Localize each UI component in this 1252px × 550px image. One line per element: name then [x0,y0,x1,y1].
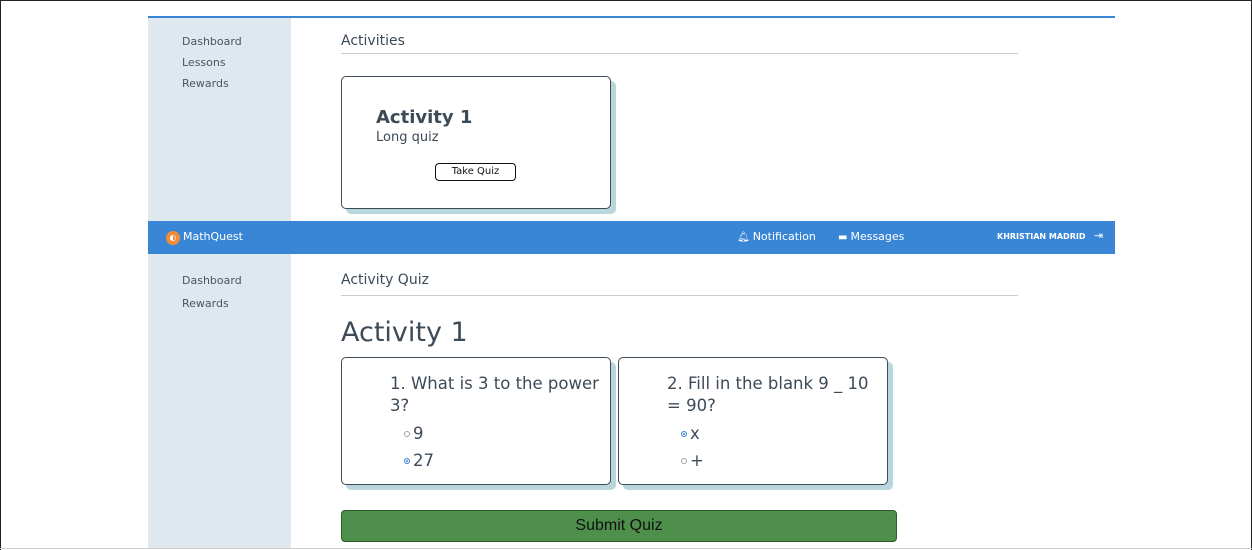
question-text: 2. Fill in the blank 9 _ 10 = 90? [667,374,869,415]
screenshot-page: Dashboard Lessons Rewards Activities Act… [0,0,1252,550]
mathquest-logo-icon[interactable]: ◐ [166,231,180,245]
submit-quiz-button[interactable]: Submit Quiz [341,510,897,542]
radio-button-selected[interactable] [681,430,687,437]
quiz-heading: Activity 1 [341,317,468,348]
activity-card-subtitle: Long quiz [376,130,439,145]
activity-card-title: Activity 1 [376,107,473,128]
sidebar-item-dashboard[interactable]: Dashboard [182,35,242,48]
question-text: 1. What is 3 to the power 3? [390,374,599,415]
sidebar-item-rewards[interactable]: Rewards [182,297,229,310]
bell-icon: 🔔︎ [737,232,750,243]
sidebar-item-dashboard[interactable]: Dashboard [182,274,242,287]
question-card-2: 2. Fill in the blank 9 _ 10 = 90? x + [618,357,888,485]
sidebar-top: Dashboard Lessons Rewards [148,18,291,221]
quiz-divider [341,295,1018,296]
option-label: + [690,451,704,470]
sidebar-bottom: Dashboard Rewards [148,254,291,548]
answer-option[interactable]: 9 [404,424,424,443]
top-accent-line [148,16,1115,18]
app-window: Dashboard Lessons Rewards Activities Act… [148,16,1115,548]
option-label: 9 [413,424,424,443]
user-name[interactable]: KHRISTIAN MADRID [997,232,1085,241]
answer-option[interactable]: + [681,451,704,470]
activities-divider [341,53,1018,54]
activity-card: Activity 1 Long quiz Take Quiz [341,76,611,209]
radio-button[interactable] [404,430,410,437]
answer-option[interactable]: x [681,424,700,443]
option-label: x [690,424,700,443]
logout-icon[interactable]: ⇥ [1094,229,1103,242]
sidebar-item-rewards[interactable]: Rewards [182,77,229,90]
notification-link[interactable]: 🔔︎ Notification [737,230,816,243]
chat-icon: ▬ [838,232,848,243]
question-card-1: 1. What is 3 to the power 3? 9 27 [341,357,611,485]
take-quiz-button[interactable]: Take Quiz [435,163,516,181]
brand-name[interactable]: MathQuest [183,230,243,243]
quiz-section-title: Activity Quiz [341,272,429,288]
frame-border-bottom [0,548,1252,549]
frame-border-top [0,0,1252,1]
radio-button[interactable] [681,457,687,464]
sidebar-item-lessons[interactable]: Lessons [182,56,226,69]
messages-label: Messages [850,230,905,243]
answer-option[interactable]: 27 [404,451,434,470]
activities-section-title: Activities [341,33,405,49]
navbar: ◐ MathQuest 🔔︎ Notification ▬ Messages KHR… [148,221,1115,254]
frame-border-left [0,0,1,550]
messages-link[interactable]: ▬ Messages [838,230,904,243]
notification-label: Notification [752,230,816,243]
option-label: 27 [413,451,434,470]
radio-button-selected[interactable] [404,457,410,464]
